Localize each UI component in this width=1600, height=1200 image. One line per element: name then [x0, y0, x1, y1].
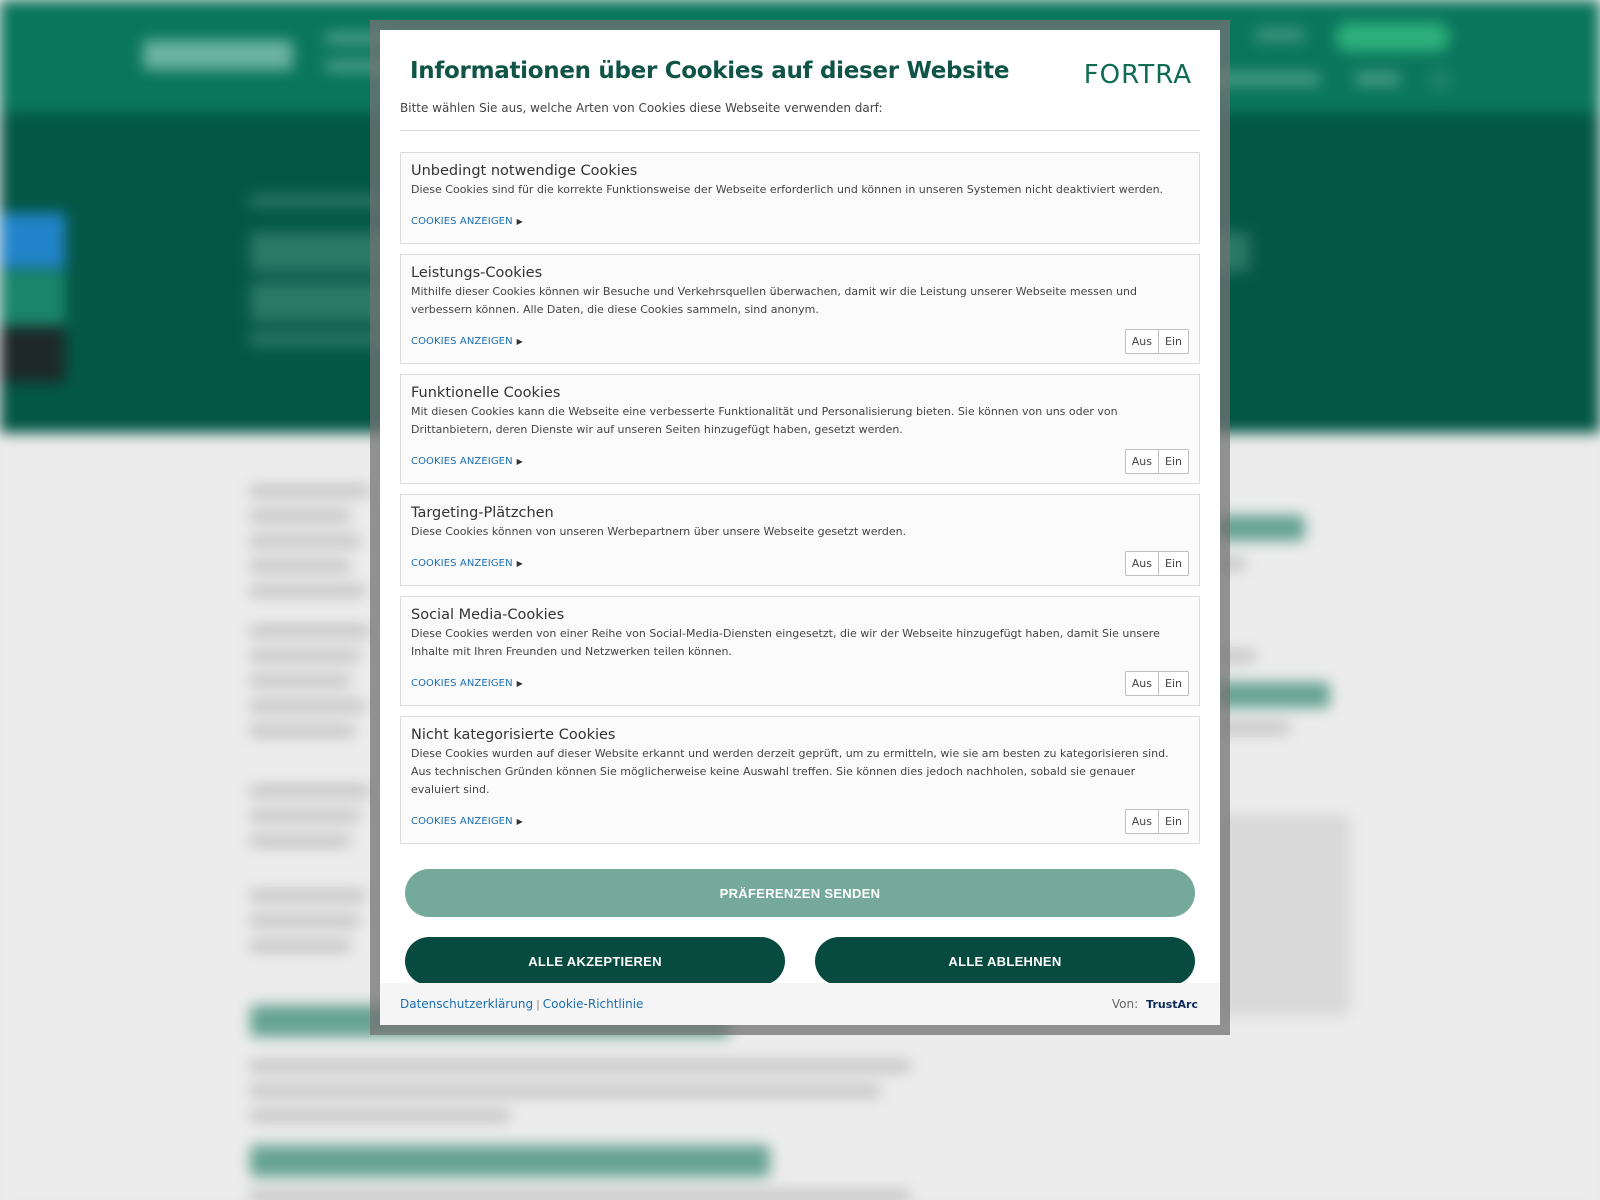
privacy-policy-link[interactable]: Datenschutzerklärung [400, 997, 533, 1011]
show-cookies-label: COOKIES ANZEIGEN [411, 815, 513, 827]
modal-footer: Datenschutzerklärung | Cookie-Richtlinie V… [380, 983, 1220, 1025]
category-description: Diese Cookies werden von einer Reihe von… [411, 627, 1160, 658]
category-title: Nicht kategorisierte Cookies [411, 727, 616, 743]
fortra-logo: FORTRA [1083, 60, 1192, 90]
show-cookies-label: COOKIES ANZEIGEN [411, 677, 513, 689]
category-footer: COOKIES ANZEIGEN ▶ Aus Ein [411, 808, 1189, 834]
toggle-on-option[interactable]: Ein [1158, 329, 1188, 353]
category-description: Mithilfe dieser Cookies können wir Besuc… [411, 285, 1138, 316]
caret-right-icon: ▶ [516, 336, 523, 346]
category-targeting: Targeting-Plätzchen Diese Cookies können… [400, 494, 1200, 586]
caret-right-icon: ▶ [516, 678, 523, 688]
consent-toggle: Aus Ein [1124, 448, 1189, 474]
caret-right-icon: ▶ [516, 216, 523, 226]
powered-by-label: Von: [1111, 997, 1139, 1011]
category-footer: COOKIES ANZEIGEN ▶ [411, 209, 1189, 233]
toggle-off-option[interactable]: Aus [1126, 810, 1158, 833]
category-footer: COOKIES ANZEIGEN ▶ Aus Ein [411, 550, 1189, 576]
submit-preferences-button[interactable]: PRÄFERENZEN SENDEN [405, 869, 1195, 917]
category-footer: COOKIES ANZEIGEN ▶ Aus Ein [411, 448, 1189, 474]
show-cookies-label: COOKIES ANZEIGEN [411, 557, 513, 569]
powered-by: Von: TrustArc [1112, 997, 1198, 1011]
trustarc-logo[interactable]: TrustArc [1146, 998, 1198, 1011]
footer-separator: | [536, 998, 540, 1011]
header-divider [400, 130, 1200, 131]
accept-reject-row: ALLE AKZEPTIEREN ALLE ABLEHNEN [405, 937, 1195, 985]
caret-right-icon: ▶ [516, 558, 523, 568]
footer-links: Datenschutzerklärung | Cookie-Richtlinie [400, 997, 643, 1011]
category-description: Diese Cookies sind für die korrekte Funk… [411, 183, 1164, 196]
show-cookies-link[interactable]: COOKIES ANZEIGEN ▶ [411, 816, 523, 827]
caret-right-icon: ▶ [516, 456, 523, 466]
show-cookies-label: COOKIES ANZEIGEN [411, 335, 513, 347]
show-cookies-label: COOKIES ANZEIGEN [411, 215, 513, 227]
category-title: Funktionelle Cookies [411, 385, 561, 401]
category-title: Social Media-Cookies [411, 607, 565, 623]
show-cookies-link[interactable]: COOKIES ANZEIGEN ▶ [411, 336, 523, 347]
cookie-categories: Unbedingt notwendige Cookies Diese Cooki… [380, 132, 1220, 854]
category-strictly-necessary: Unbedingt notwendige Cookies Diese Cooki… [400, 152, 1200, 244]
toggle-off-option[interactable]: Aus [1126, 672, 1158, 695]
show-cookies-link[interactable]: COOKIES ANZEIGEN ▶ [411, 678, 523, 689]
category-footer: COOKIES ANZEIGEN ▶ Aus Ein [411, 328, 1189, 354]
consent-toggle: Aus Ein [1124, 670, 1189, 696]
category-uncategorized: Nicht kategorisierte Cookies Diese Cooki… [400, 716, 1200, 844]
accept-all-button[interactable]: ALLE AKZEPTIEREN [405, 937, 785, 985]
reject-all-button[interactable]: ALLE ABLEHNEN [815, 937, 1195, 985]
cookie-policy-link[interactable]: Cookie-Richtlinie [543, 997, 644, 1011]
toggle-off-option[interactable]: Aus [1126, 330, 1158, 353]
category-social-media: Social Media-Cookies Diese Cookies werde… [400, 596, 1200, 706]
category-title: Unbedingt notwendige Cookies [411, 163, 638, 179]
toggle-off-option[interactable]: Aus [1126, 450, 1158, 473]
category-performance: Leistungs-Cookies Mithilfe dieser Cookie… [400, 254, 1200, 364]
consent-toggle: Aus Ein [1124, 328, 1189, 354]
category-title: Leistungs-Cookies [411, 265, 543, 281]
category-description: Diese Cookies wurden auf dieser Website … [411, 747, 1169, 796]
show-cookies-link[interactable]: COOKIES ANZEIGEN ▶ [411, 216, 523, 227]
category-title: Targeting-Plätzchen [411, 505, 554, 521]
toggle-on-option[interactable]: Ein [1158, 551, 1188, 575]
category-functional: Funktionelle Cookies Mit diesen Cookies … [400, 374, 1200, 484]
consent-toggle: Aus Ein [1124, 550, 1189, 576]
toggle-on-option[interactable]: Ein [1158, 449, 1188, 473]
consent-toggle: Aus Ein [1124, 808, 1189, 834]
toggle-on-option[interactable]: Ein [1158, 671, 1188, 695]
toggle-on-option[interactable]: Ein [1158, 809, 1188, 833]
category-description: Diese Cookies können von unseren Werbepa… [411, 525, 907, 538]
modal-header: Informationen über Cookies auf dieser We… [380, 30, 1220, 132]
cookie-preferences-modal: Informationen über Cookies auf dieser We… [380, 30, 1220, 1025]
modal-subtitle: Bitte wählen Sie aus, welche Arten von C… [400, 101, 883, 115]
modal-actions: PRÄFERENZEN SENDEN ALLE AKZEPTIEREN ALLE… [380, 854, 1220, 985]
toggle-off-option[interactable]: Aus [1126, 552, 1158, 575]
show-cookies-link[interactable]: COOKIES ANZEIGEN ▶ [411, 558, 523, 569]
category-description: Mit diesen Cookies kann die Webseite ein… [411, 405, 1118, 436]
show-cookies-link[interactable]: COOKIES ANZEIGEN ▶ [411, 456, 523, 467]
show-cookies-label: COOKIES ANZEIGEN [411, 455, 513, 467]
modal-title: Informationen über Cookies auf dieser We… [410, 58, 1010, 84]
category-footer: COOKIES ANZEIGEN ▶ Aus Ein [411, 670, 1189, 696]
caret-right-icon: ▶ [516, 816, 523, 826]
